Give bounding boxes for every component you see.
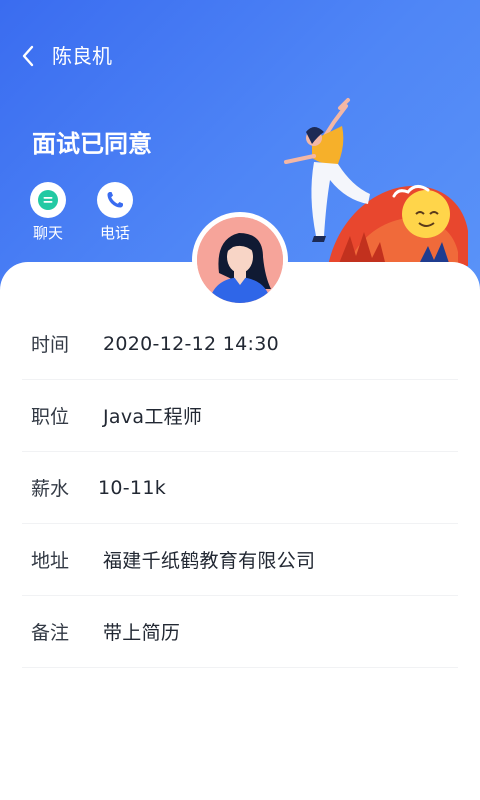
detail-row-position: 职位 Java工程师 xyxy=(22,380,458,452)
phone-icon xyxy=(107,192,123,208)
detail-row-salary: 薪水 10-11k xyxy=(22,452,458,524)
detail-key: 薪水 xyxy=(31,478,70,500)
avatar xyxy=(192,212,288,308)
phone-button[interactable]: 电话 xyxy=(90,182,140,242)
chat-button[interactable]: 聊天 xyxy=(23,182,73,242)
interview-detail-screen: 陈良机 面试已同意 聊天 电话 时间 2020-12-12 14:30 职位 J… xyxy=(0,0,480,800)
celebration-illustration xyxy=(284,98,468,266)
chat-button-label: 聊天 xyxy=(32,224,63,242)
detail-key: 地址 xyxy=(31,550,70,572)
detail-value: 2020-12-12 14:30 xyxy=(103,332,280,355)
detail-row-time: 时间 2020-12-12 14:30 xyxy=(22,308,458,380)
back-button[interactable] xyxy=(14,42,42,70)
interview-details-list: 时间 2020-12-12 14:30 职位 Java工程师 薪水 10-11k… xyxy=(22,308,458,668)
detail-key: 时间 xyxy=(31,334,70,356)
detail-value: 福建千纸鹤教育有限公司 xyxy=(103,550,316,572)
interview-status: 面试已同意 xyxy=(32,130,152,158)
detail-key: 备注 xyxy=(31,622,70,644)
detail-row-address: 地址 福建千纸鹤教育有限公司 xyxy=(22,524,458,596)
page-title: 陈良机 xyxy=(52,44,112,68)
chat-icon xyxy=(38,190,58,210)
phone-button-label: 电话 xyxy=(99,224,130,242)
person-avatar-icon xyxy=(197,217,283,303)
detail-row-note: 备注 带上简历 xyxy=(22,596,458,668)
detail-value: Java工程师 xyxy=(103,406,203,428)
detail-value: 10-11k xyxy=(98,476,167,499)
chevron-left-icon xyxy=(22,45,34,67)
detail-key: 职位 xyxy=(31,406,70,428)
detail-value: 带上简历 xyxy=(103,622,181,644)
